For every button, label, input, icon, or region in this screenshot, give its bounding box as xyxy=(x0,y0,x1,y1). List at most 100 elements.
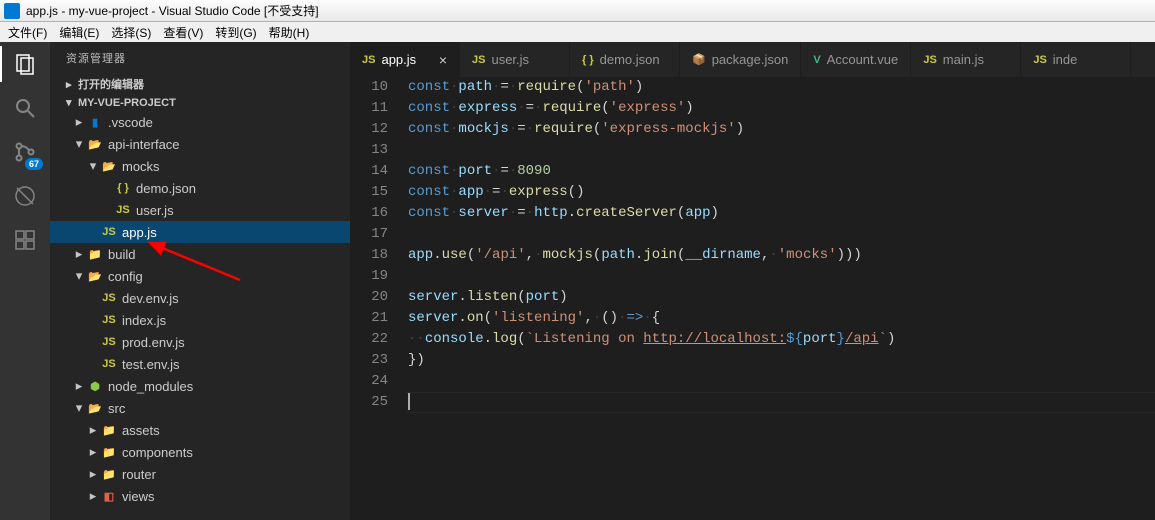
tree-item[interactable]: JSuser.js xyxy=(50,199,350,221)
line-numbers: 10111213141516171819202122232425 xyxy=(350,77,406,520)
tree-label: demo.json xyxy=(136,181,196,196)
tree-label: user.js xyxy=(136,203,174,218)
tab-label: user.js xyxy=(491,52,529,67)
twisty-icon: ▾ xyxy=(86,158,100,174)
tree-item[interactable]: ▸⬢node_modules xyxy=(50,375,350,397)
code-line[interactable] xyxy=(406,224,1155,245)
scm-badge: 67 xyxy=(25,158,43,170)
tree-item[interactable]: ▸📁build xyxy=(50,243,350,265)
editor-tab[interactable]: JS user.js xyxy=(460,42,570,77)
code-line[interactable]: const·path·=·require('path') xyxy=(406,77,1155,98)
tree-item[interactable]: ▸📁router xyxy=(50,463,350,485)
tree-item[interactable]: ▸📁assets xyxy=(50,419,350,441)
editor-tab[interactable]: { }demo.json xyxy=(570,42,680,77)
tree-label: config xyxy=(108,269,143,284)
menu-help[interactable]: 帮助(H) xyxy=(263,24,316,41)
tree-label: mocks xyxy=(122,159,160,174)
tab-label: inde xyxy=(1053,52,1078,67)
sidebar-title: 资源管理器 xyxy=(50,42,350,74)
menu-go[interactable]: 转到(G) xyxy=(209,24,262,41)
tree-label: assets xyxy=(122,423,160,438)
tree-label: prod.env.js xyxy=(122,335,185,350)
code-line[interactable]: const·mockjs·=·require('express-mockjs') xyxy=(406,119,1155,140)
chevron-down-icon: ▾ xyxy=(66,96,78,109)
tree-label: .vscode xyxy=(108,115,153,130)
tree-item[interactable]: ▸📁components xyxy=(50,441,350,463)
tree-label: app.js xyxy=(122,225,157,240)
menu-edit[interactable]: 编辑(E) xyxy=(53,24,105,41)
code-line[interactable]: }) xyxy=(406,350,1155,371)
window-titlebar: app.js - my-vue-project - Visual Studio … xyxy=(0,0,1155,22)
tree-item[interactable]: { }demo.json xyxy=(50,177,350,199)
editor-tab[interactable]: JSmain.js xyxy=(911,42,1021,77)
twisty-icon: ▸ xyxy=(72,378,86,394)
activity-extensions[interactable] xyxy=(11,226,39,254)
twisty-icon: ▸ xyxy=(86,466,100,482)
activity-explorer[interactable] xyxy=(11,50,39,78)
twisty-icon: ▾ xyxy=(72,400,86,416)
file-type-icon: V xyxy=(813,54,820,66)
code-content[interactable]: const·path·=·require('path')const·expres… xyxy=(406,77,1155,520)
editor-tab[interactable]: JSapp.js× xyxy=(350,42,460,77)
menubar[interactable]: 文件(F) 编辑(E) 选择(S) 查看(V) 转到(G) 帮助(H) xyxy=(0,22,1155,42)
tree-item[interactable]: ▾📂api-interface xyxy=(50,133,350,155)
file-type-icon: JS xyxy=(1033,54,1046,66)
file-type-icon: JS xyxy=(362,54,375,66)
file-tree[interactable]: ▸▮.vscode▾📂api-interface▾📂mocks{ }demo.j… xyxy=(50,111,350,520)
code-line[interactable]: ··console.log(`Listening on http://local… xyxy=(406,329,1155,350)
editor-tab[interactable]: VAccount.vue xyxy=(801,42,911,77)
twisty-icon: ▾ xyxy=(72,268,86,284)
activity-search[interactable] xyxy=(11,94,39,122)
twisty-icon: ▾ xyxy=(72,136,86,152)
tree-label: views xyxy=(122,489,155,504)
editor-tab[interactable]: 📦package.json xyxy=(680,42,801,77)
tree-item[interactable]: ▸▮.vscode xyxy=(50,111,350,133)
menu-file[interactable]: 文件(F) xyxy=(2,24,53,41)
tree-item[interactable]: JSprod.env.js xyxy=(50,331,350,353)
tree-label: src xyxy=(108,401,125,416)
project-header[interactable]: ▾ MY-VUE-PROJECT xyxy=(50,94,350,111)
code-line[interactable]: app.use('/api',·mockjs(path.join(__dirna… xyxy=(406,245,1155,266)
tree-label: dev.env.js xyxy=(122,291,179,306)
tree-label: components xyxy=(122,445,193,460)
menu-select[interactable]: 选择(S) xyxy=(105,24,157,41)
editor-tabs[interactable]: JSapp.js×JSuser.js{ }demo.json📦package.j… xyxy=(350,42,1155,77)
tree-label: api-interface xyxy=(108,137,180,152)
code-line[interactable]: server.listen(port) xyxy=(406,287,1155,308)
activity-bar: 67 xyxy=(0,42,50,520)
file-type-icon: JS xyxy=(472,54,485,66)
tree-item[interactable]: JSindex.js xyxy=(50,309,350,331)
code-line[interactable]: const·express·=·require('express') xyxy=(406,98,1155,119)
chevron-right-icon: ▸ xyxy=(66,78,78,91)
code-line[interactable]: server.on('listening',·()·=>·{ xyxy=(406,308,1155,329)
activity-scm[interactable]: 67 xyxy=(11,138,39,166)
open-editors-header[interactable]: ▸ 打开的编辑器 xyxy=(50,74,350,94)
activity-debug[interactable] xyxy=(11,182,39,210)
file-type-icon: JS xyxy=(923,54,936,66)
menu-view[interactable]: 查看(V) xyxy=(157,24,209,41)
app-icon xyxy=(4,3,20,19)
file-type-icon: 📦 xyxy=(692,53,706,66)
twisty-icon: ▸ xyxy=(72,246,86,262)
code-line[interactable]: const·server·=·http.createServer(app) xyxy=(406,203,1155,224)
code-line[interactable]: const·port·=·8090 xyxy=(406,161,1155,182)
tree-item[interactable]: JSapp.js xyxy=(50,221,350,243)
tree-item[interactable]: ▾📂config xyxy=(50,265,350,287)
code-line[interactable]: const·app·=·express() xyxy=(406,182,1155,203)
tree-label: build xyxy=(108,247,135,262)
code-line[interactable] xyxy=(406,266,1155,287)
twisty-icon: ▸ xyxy=(72,114,86,130)
sidebar: 资源管理器 ▸ 打开的编辑器 ▾ MY-VUE-PROJECT ▸▮.vscod… xyxy=(50,42,350,520)
code-line[interactable] xyxy=(406,140,1155,161)
tree-item[interactable]: ▸◧views xyxy=(50,485,350,507)
tree-label: node_modules xyxy=(108,379,193,394)
tree-item[interactable]: ▾📂src xyxy=(50,397,350,419)
tree-label: router xyxy=(122,467,156,482)
tree-item[interactable]: ▾📂mocks xyxy=(50,155,350,177)
close-icon[interactable]: × xyxy=(439,52,447,68)
tree-item[interactable]: JStest.env.js xyxy=(50,353,350,375)
tree-item[interactable]: JSdev.env.js xyxy=(50,287,350,309)
editor[interactable]: 10111213141516171819202122232425 const·p… xyxy=(350,77,1155,520)
code-line[interactable] xyxy=(406,371,1155,392)
editor-tab[interactable]: JS inde xyxy=(1021,42,1131,77)
